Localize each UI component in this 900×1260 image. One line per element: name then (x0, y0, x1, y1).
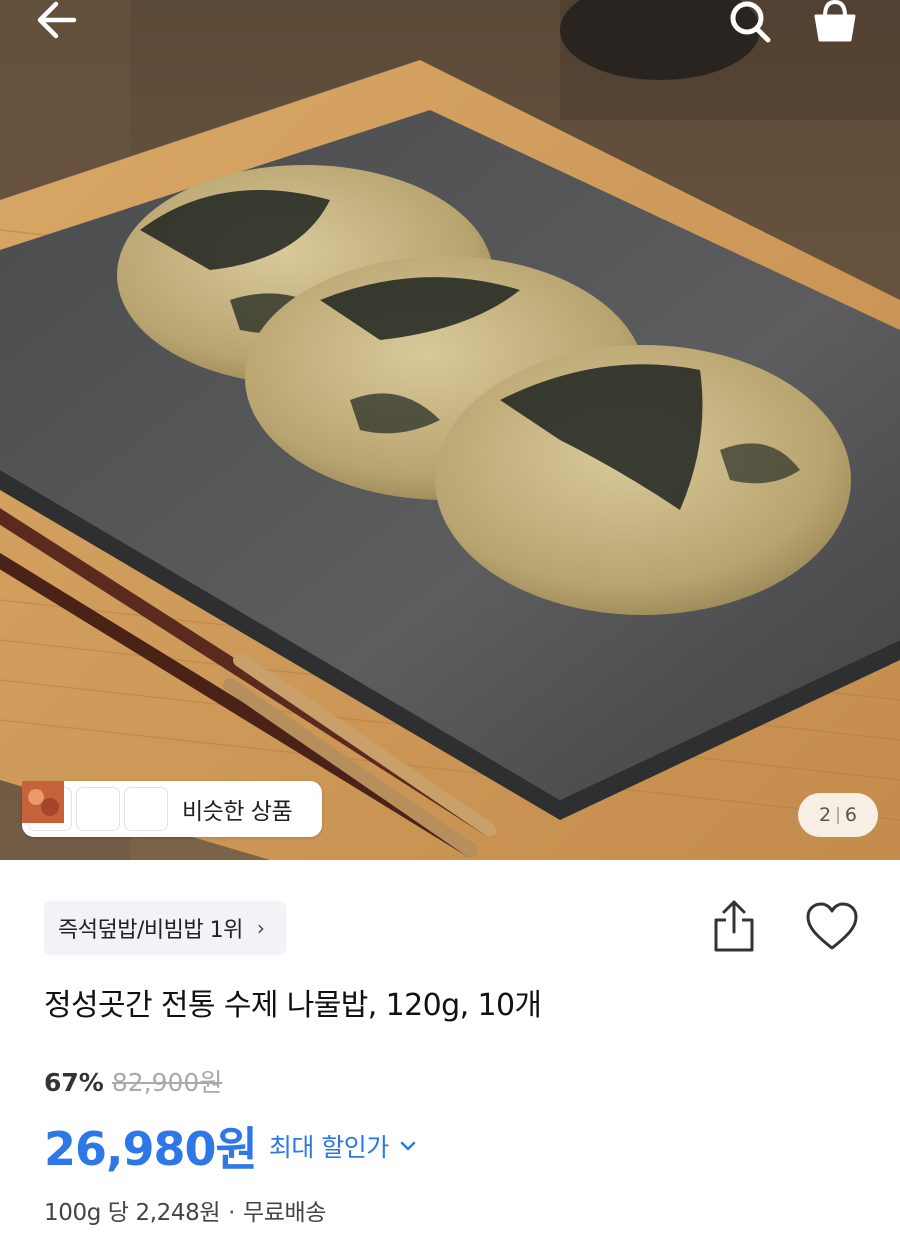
shopping-bag-icon (814, 0, 856, 42)
similar-thumbnail-2 (22, 781, 120, 831)
chevron-right-icon: › (256, 916, 265, 940)
category-ranking-badge[interactable]: 즉석덮밥/비빔밥 1위 › (44, 901, 287, 955)
search-icon (730, 1, 771, 43)
separator-dot: · (228, 1200, 236, 1226)
current-page: 2 (819, 804, 832, 826)
original-price: 82,900원 (111, 1068, 223, 1097)
discount-rate: 67% (44, 1068, 104, 1097)
image-page-indicator: 2 | 6 (798, 793, 878, 837)
similar-thumbnail-3 (22, 781, 168, 831)
search-button[interactable] (726, 0, 786, 44)
share-button[interactable] (708, 896, 760, 956)
product-image[interactable]: 비슷한 상품 2 | 6 (0, 0, 900, 860)
page-separator: | (835, 805, 841, 825)
max-discount-button[interactable]: 최대 할인가 (269, 1128, 417, 1164)
similar-products-label: 비슷한 상품 (182, 799, 293, 825)
total-pages: 6 (844, 804, 857, 826)
shipping-info: 무료배송 (243, 1200, 327, 1226)
product-photo (0, 0, 900, 860)
product-title: 정성곳간 전통 수제 나물밥, 120g, 10개 (44, 988, 542, 1023)
similar-products-button[interactable]: 비슷한 상품 (22, 781, 322, 837)
chevron-down-icon (400, 1141, 416, 1151)
sale-price: 26,980원 (44, 1122, 258, 1176)
ranking-label: 즉석덮밥/비빔밥 1위 (58, 918, 243, 943)
unit-price: 100g 당 2,248원 (44, 1200, 221, 1226)
discount-row: 67% 82,900원 (44, 1063, 222, 1099)
max-discount-label: 최대 할인가 (268, 1133, 389, 1162)
cart-button[interactable] (812, 0, 872, 44)
price-row: 26,980원 최대 할인가 (44, 1113, 417, 1179)
arrow-left-icon (37, 1, 77, 39)
similar-thumbnails (22, 781, 172, 831)
heart-icon (806, 902, 858, 950)
unit-price-row: 100g 당 2,248원 · 무료배송 (44, 1193, 326, 1227)
back-button[interactable] (32, 0, 92, 44)
wishlist-button[interactable] (804, 900, 860, 954)
share-icon (714, 900, 754, 952)
